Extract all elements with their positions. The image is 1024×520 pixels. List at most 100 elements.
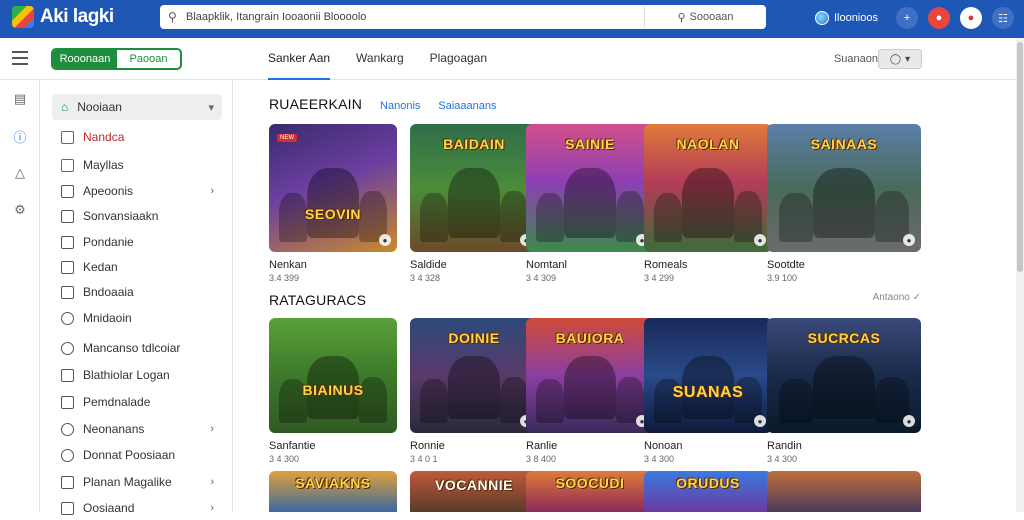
game-card[interactable]: BAIDAIN ● Saldide 3 4 328 <box>410 124 538 283</box>
chevron-right-icon: › <box>210 185 214 197</box>
game-thumbnail[interactable]: SUCRCAS ● <box>767 318 921 433</box>
sidebar-item-kedan[interactable]: Kedan <box>52 255 222 279</box>
game-thumbnail[interactable]: BAIDAIN ● <box>410 124 538 252</box>
game-meta: 3.9 100 <box>767 273 798 283</box>
game-thumbnail[interactable]: NAOLAN ● <box>644 124 772 252</box>
sidebar-item-home[interactable]: ⌂ Nooiaan ▾ <box>52 94 222 120</box>
game-card[interactable]: SAVIAKNS <box>269 471 397 512</box>
add-icon[interactable]: + <box>896 7 918 29</box>
game-name[interactable]: Randin <box>767 440 921 452</box>
tab-sanker-aan[interactable]: Sanker Aan <box>268 38 331 80</box>
game-thumbnail[interactable]: NEW SEOVIN ● <box>269 124 397 252</box>
game-thumbnail[interactable]: SUANAS ● <box>644 318 772 433</box>
scrollbar-thumb[interactable] <box>1017 42 1023 272</box>
sidebar-item-neonanans[interactable]: Neonanans › <box>52 417 222 441</box>
toggle-option-off[interactable]: Paooan <box>117 50 180 68</box>
sidebar-item-label: Mnidaoin <box>83 311 132 325</box>
notifications-icon[interactable]: ● <box>960 7 982 29</box>
sidebar-item-nandca[interactable]: Nandca <box>52 125 222 149</box>
game-card[interactable]: NAOLAN ● Romeals 3 4 299 <box>644 124 772 283</box>
game-card[interactable]: ORUDUS <box>644 471 772 512</box>
sidebar-item-label: Mancanso tdlcoiar <box>83 341 181 355</box>
search-input[interactable]: ⚲ Blaapklik, Itangrain Iooaonii Bloooolo… <box>160 5 766 29</box>
game-thumbnail[interactable]: SOOCUDI <box>526 471 654 512</box>
document-icon[interactable]: ▤ <box>11 90 29 108</box>
settings-icon[interactable]: ☷ <box>992 7 1014 29</box>
game-name[interactable]: Romeals <box>644 259 772 271</box>
checkbox-icon <box>61 209 74 223</box>
sidebar-item-label: Nooiaan <box>77 100 122 114</box>
game-thumbnail[interactable]: SAINIE ● <box>526 124 654 252</box>
game-thumbnail[interactable]: BIAINUS <box>269 318 397 433</box>
sidebar-item-mayllas[interactable]: Mayllas <box>52 153 222 177</box>
game-card[interactable]: VOCANNIE <box>410 471 538 512</box>
checkbox-icon <box>61 260 74 274</box>
sidebar-item-planan[interactable]: Planan Magalike › <box>52 470 222 494</box>
avatar[interactable]: ● <box>928 7 950 29</box>
search-text[interactable]: Blaapklik, Itangrain Iooaonii Bloooolo <box>182 11 644 23</box>
section-link[interactable]: Nanonis <box>380 100 420 112</box>
app-logo[interactable]: Aki lagki <box>12 6 114 28</box>
sidebar-item-sonvansiaakn[interactable]: Sonvansiaakn <box>52 204 222 228</box>
tab-wankarg[interactable]: Wankarg <box>356 38 404 80</box>
sidebar-item-donnat[interactable]: Donnat Poosiaan <box>52 443 222 467</box>
search-button[interactable]: ⚲ Soooaan <box>644 6 766 28</box>
game-thumbnail[interactable]: ORUDUS <box>644 471 772 512</box>
region-selector[interactable]: Iloonioos <box>814 11 878 25</box>
game-thumbnail[interactable]: SAVIAKNS <box>269 471 397 512</box>
game-name[interactable]: Saldide <box>410 259 538 271</box>
game-card[interactable]: SOOCUDI <box>526 471 654 512</box>
game-name[interactable]: Ranlie <box>526 440 654 452</box>
game-card[interactable]: SUCRCAS ● Randin 3 4 300 <box>767 318 921 464</box>
game-card[interactable]: BAUIORA ● Ranlie 3 8 400 <box>526 318 654 464</box>
game-name[interactable]: Sootdte <box>767 259 921 271</box>
game-thumbnail[interactable] <box>767 471 921 512</box>
game-card[interactable]: SAINIE ● Nomtanl 3 4 309 <box>526 124 654 283</box>
filter-icon: ◯ <box>889 53 902 65</box>
game-card[interactable]: SUANAS ● Nonoan 3 4 300 <box>644 318 772 464</box>
sidebar-item-mnidaoin[interactable]: Mnidaoin <box>52 306 222 330</box>
game-name[interactable]: Nenkan <box>269 259 397 271</box>
section-link[interactable]: Saiaaanans <box>438 100 496 112</box>
page-scrollbar[interactable] <box>1016 38 1024 512</box>
sidebar-item-apeoonis[interactable]: Apeoonis › <box>52 179 222 203</box>
toggle-option-on[interactable]: Rooonaan <box>53 50 117 68</box>
view-toggle[interactable]: Rooonaan Paooan <box>51 48 182 70</box>
game-name[interactable]: Sanfantie <box>269 440 397 452</box>
platform-icon: ● <box>379 234 391 246</box>
platform-icon: ● <box>903 415 915 427</box>
sidebar-item-bndoaaia[interactable]: Bndoaaia <box>52 280 222 304</box>
sidebar-item-blathiolar[interactable]: Blathiolar Logan <box>52 363 222 387</box>
top-bar-actions: Iloonioos + ● ● ☷ <box>814 7 1014 29</box>
see-more-link[interactable]: Antaono ✓ <box>873 292 921 303</box>
checkbox-icon <box>61 158 74 172</box>
sidebar-item-label: Planan Magalike <box>83 475 172 489</box>
tab-plagoagan[interactable]: Plagoagan <box>430 38 487 80</box>
game-name[interactable]: Ronnie <box>410 440 538 452</box>
alert-icon[interactable]: ⓘ <box>11 127 29 145</box>
sidebar-item-label: Neonanans <box>83 422 145 436</box>
game-card[interactable]: NEW SEOVIN ● Nenkan 3.4 399 <box>269 124 397 283</box>
sidebar-item-mancanso[interactable]: Mancanso tdlcoiar <box>52 336 222 360</box>
gear-icon[interactable]: ⚙ <box>11 201 29 219</box>
sidebar-item-pondanie[interactable]: Pondanie <box>52 230 222 254</box>
game-name[interactable]: Nomtanl <box>526 259 654 271</box>
sidebar-item-label: Pondanie <box>83 235 134 249</box>
game-card[interactable]: SAINAAS ● Sootdte 3.9 100 <box>767 124 921 283</box>
game-thumbnail[interactable]: BAUIORA ● <box>526 318 654 433</box>
sidebar-item-oosiaand[interactable]: Oosiaand › <box>52 496 222 520</box>
logo-icon <box>12 6 34 28</box>
game-card[interactable]: BIAINUS Sanfantie 3 4 300 <box>269 318 397 464</box>
game-thumbnail[interactable]: VOCANNIE <box>410 471 538 512</box>
game-card[interactable]: DOINIE ● Ronnie 3 4 0 1 <box>410 318 538 464</box>
game-card[interactable] <box>767 471 921 512</box>
library-icon[interactable]: △ <box>11 164 29 182</box>
game-thumbnail[interactable]: SAINAAS ● <box>767 124 921 252</box>
sidebar-item-pemdnalade[interactable]: Pemdnalade <box>52 390 222 414</box>
game-name[interactable]: Nonoan <box>644 440 772 452</box>
menu-icon[interactable] <box>12 51 28 65</box>
filter-dropdown[interactable]: ◯ ▾ <box>878 49 922 69</box>
game-meta: 3 4 300 <box>269 454 300 464</box>
game-title-art: NAOLAN <box>676 136 740 152</box>
game-thumbnail[interactable]: DOINIE ● <box>410 318 538 433</box>
